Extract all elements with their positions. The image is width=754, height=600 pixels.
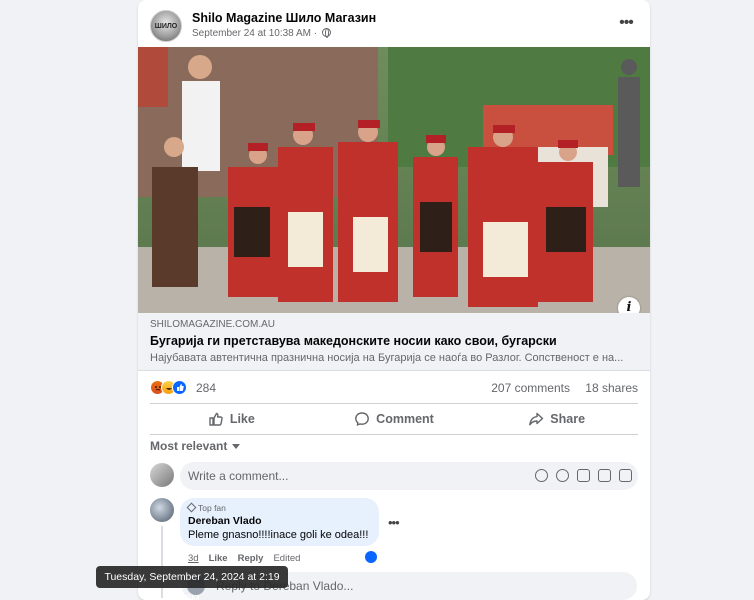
- like-button[interactable]: Like: [150, 404, 313, 434]
- link-description: Најубавата автентична празнична носија н…: [150, 352, 624, 364]
- comment-bubble: Top fan Dereban Vlado Pleme gnasno!!!!in…: [180, 498, 379, 546]
- edited-label[interactable]: Edited: [273, 553, 300, 564]
- info-icon[interactable]: i: [618, 297, 640, 313]
- comment-item: Top fan Dereban Vlado Pleme gnasno!!!!in…: [150, 498, 638, 598]
- top-fan-badge[interactable]: Top fan: [186, 502, 371, 513]
- post-image[interactable]: i: [138, 47, 650, 313]
- post-more-button[interactable]: •••: [614, 14, 638, 38]
- post-card: ШИЛО Shilo Magazine Шило Магазин Septemb…: [138, 0, 650, 600]
- share-label: Share: [550, 412, 586, 426]
- share-icon: [529, 412, 544, 426]
- composer-toolbar: [535, 469, 632, 482]
- comment-more-button[interactable]: •••: [388, 515, 400, 530]
- comment-reply-button[interactable]: Reply: [238, 553, 264, 564]
- post-timestamp[interactable]: September 24 at 10:38 AM ·: [192, 28, 331, 39]
- page-name-link[interactable]: Shilo Magazine Шило Магазин: [192, 11, 376, 25]
- sticker-icon[interactable]: [619, 469, 632, 482]
- comment-sort-dropdown[interactable]: Most relevant: [150, 439, 241, 453]
- comments-count[interactable]: 207 comments: [491, 381, 570, 395]
- folk-dancers-photo: [138, 47, 650, 313]
- comment-like-icon[interactable]: [364, 550, 378, 564]
- like-label: Like: [229, 412, 255, 426]
- comment-time[interactable]: 3d: [188, 553, 199, 564]
- comment-button[interactable]: Comment: [313, 404, 476, 434]
- post-time-text[interactable]: September 24 at 10:38 AM ·: [192, 28, 317, 39]
- comment-actions: 3d Like Reply Edited: [188, 553, 300, 564]
- comment-icon: [355, 412, 370, 426]
- action-bar: Like Comment Share: [150, 403, 638, 435]
- diamond-icon: [186, 502, 197, 513]
- user-avatar[interactable]: [150, 463, 174, 487]
- engagement-counts: 207 comments 18 shares: [479, 381, 638, 395]
- timestamp-tooltip: Tuesday, September 24, 2024 at 2:19 PM: [96, 566, 288, 600]
- camera-icon[interactable]: [577, 469, 590, 482]
- reaction-count[interactable]: 284: [196, 381, 216, 395]
- commenter-avatar[interactable]: [150, 498, 174, 522]
- comment-label: Comment: [376, 412, 434, 426]
- page-avatar[interactable]: ШИЛО: [150, 10, 182, 42]
- post-header: ШИЛО Shilo Magazine Шило Магазин Septemb…: [150, 10, 638, 42]
- like-icon: [172, 380, 187, 395]
- share-button[interactable]: Share: [475, 404, 638, 434]
- comment-author[interactable]: Dereban Vlado: [188, 515, 371, 527]
- comment-like-button[interactable]: Like: [209, 553, 228, 564]
- comment-composer: [150, 462, 638, 490]
- shares-count[interactable]: 18 shares: [585, 381, 638, 395]
- comment-text: Pleme gnasno!!!!inace goli ke odea!!!: [188, 529, 369, 541]
- gif-icon[interactable]: [598, 469, 611, 482]
- reaction-summary: 284 207 comments 18 shares: [150, 378, 638, 398]
- globe-icon: [321, 28, 331, 38]
- link-title[interactable]: Бугарија ги претставува македонските нос…: [150, 334, 638, 348]
- top-fan-label: Top fan: [198, 503, 226, 513]
- link-preview[interactable]: SHILOMAGAZINE.COM.AU Бугарија ги претста…: [138, 313, 650, 371]
- avatar-sticker-icon[interactable]: [535, 469, 548, 482]
- sort-label: Most relevant: [150, 439, 228, 453]
- caret-down-icon: [232, 444, 241, 449]
- link-domain: SHILOMAGAZINE.COM.AU: [150, 319, 276, 330]
- emoji-icon[interactable]: [556, 469, 569, 482]
- thumbs-up-icon: [209, 412, 223, 426]
